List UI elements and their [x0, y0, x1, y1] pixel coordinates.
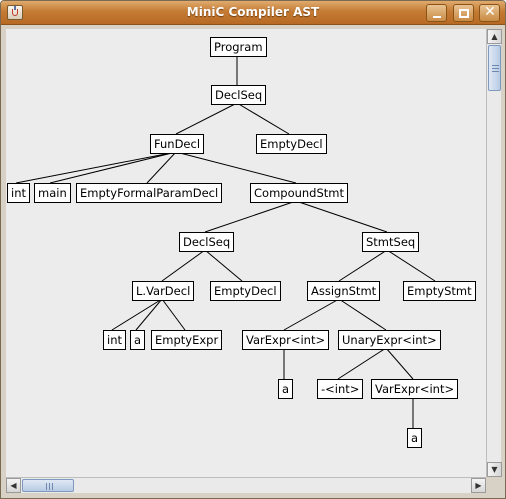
node-emptystmt: EmptyStmt: [403, 281, 476, 301]
node-emptyexpr: EmptyExpr: [151, 330, 223, 350]
close-icon: ✕: [484, 4, 496, 20]
node-lhs-var: a: [278, 379, 294, 399]
node-fun-name: main: [34, 183, 71, 203]
node-declseq-inner: DeclSeq: [179, 232, 235, 252]
node-emptydecl: EmptyDecl: [256, 134, 327, 154]
maximize-button[interactable]: [453, 4, 474, 22]
scroll-right-arrow-icon[interactable]: ▶: [471, 478, 486, 493]
ast-canvas: Program DeclSeq FunDecl EmptyDecl int ma…: [6, 29, 486, 477]
node-declseq: DeclSeq: [211, 85, 267, 105]
title-bar[interactable]: MiniC Compiler AST ✕: [1, 1, 505, 25]
scroll-up-arrow-icon[interactable]: ▲: [487, 29, 502, 44]
minimize-icon: [433, 16, 441, 18]
node-operand-varexpr: VarExpr<int>: [371, 379, 459, 399]
minimize-button[interactable]: [426, 4, 447, 22]
node-empty-formal-params: EmptyFormalParamDecl: [76, 183, 223, 203]
scrollbar-corner: [486, 477, 501, 493]
node-var-name: a: [130, 330, 146, 350]
scroll-left-arrow-icon[interactable]: ◀: [6, 478, 21, 493]
node-lvardecl: L.VarDecl: [132, 281, 195, 301]
horizontal-scroll-thumb[interactable]: [22, 479, 74, 492]
node-emptydecl-inner: EmptyDecl: [210, 281, 281, 301]
node-unaryexpr: UnaryExpr<int>: [338, 330, 441, 350]
node-lhs-varexpr: VarExpr<int>: [242, 330, 330, 350]
vertical-scroll-thumb[interactable]: [488, 45, 501, 91]
node-var-type: int: [103, 330, 126, 350]
maximize-icon: [459, 9, 469, 18]
vertical-scrollbar[interactable]: ▲ ▼: [486, 29, 502, 477]
node-fun-type: int: [7, 183, 30, 203]
node-assignstmt: AssignStmt: [307, 281, 381, 301]
node-fundecl: FunDecl: [150, 134, 205, 154]
node-operand-var: a: [407, 428, 423, 448]
node-program: Program: [210, 37, 267, 57]
horizontal-scrollbar[interactable]: ◀ ▶: [6, 477, 486, 493]
node-compoundstmt: CompoundStmt: [250, 183, 349, 203]
close-button[interactable]: ✕: [479, 4, 500, 22]
ast-window: MiniC Compiler AST ✕ Program DeclSeq Fun…: [0, 0, 506, 499]
node-stmtseq: StmtSeq: [362, 232, 420, 252]
scroll-down-arrow-icon[interactable]: ▼: [487, 462, 502, 477]
node-unary-op: -<int>: [317, 379, 364, 399]
